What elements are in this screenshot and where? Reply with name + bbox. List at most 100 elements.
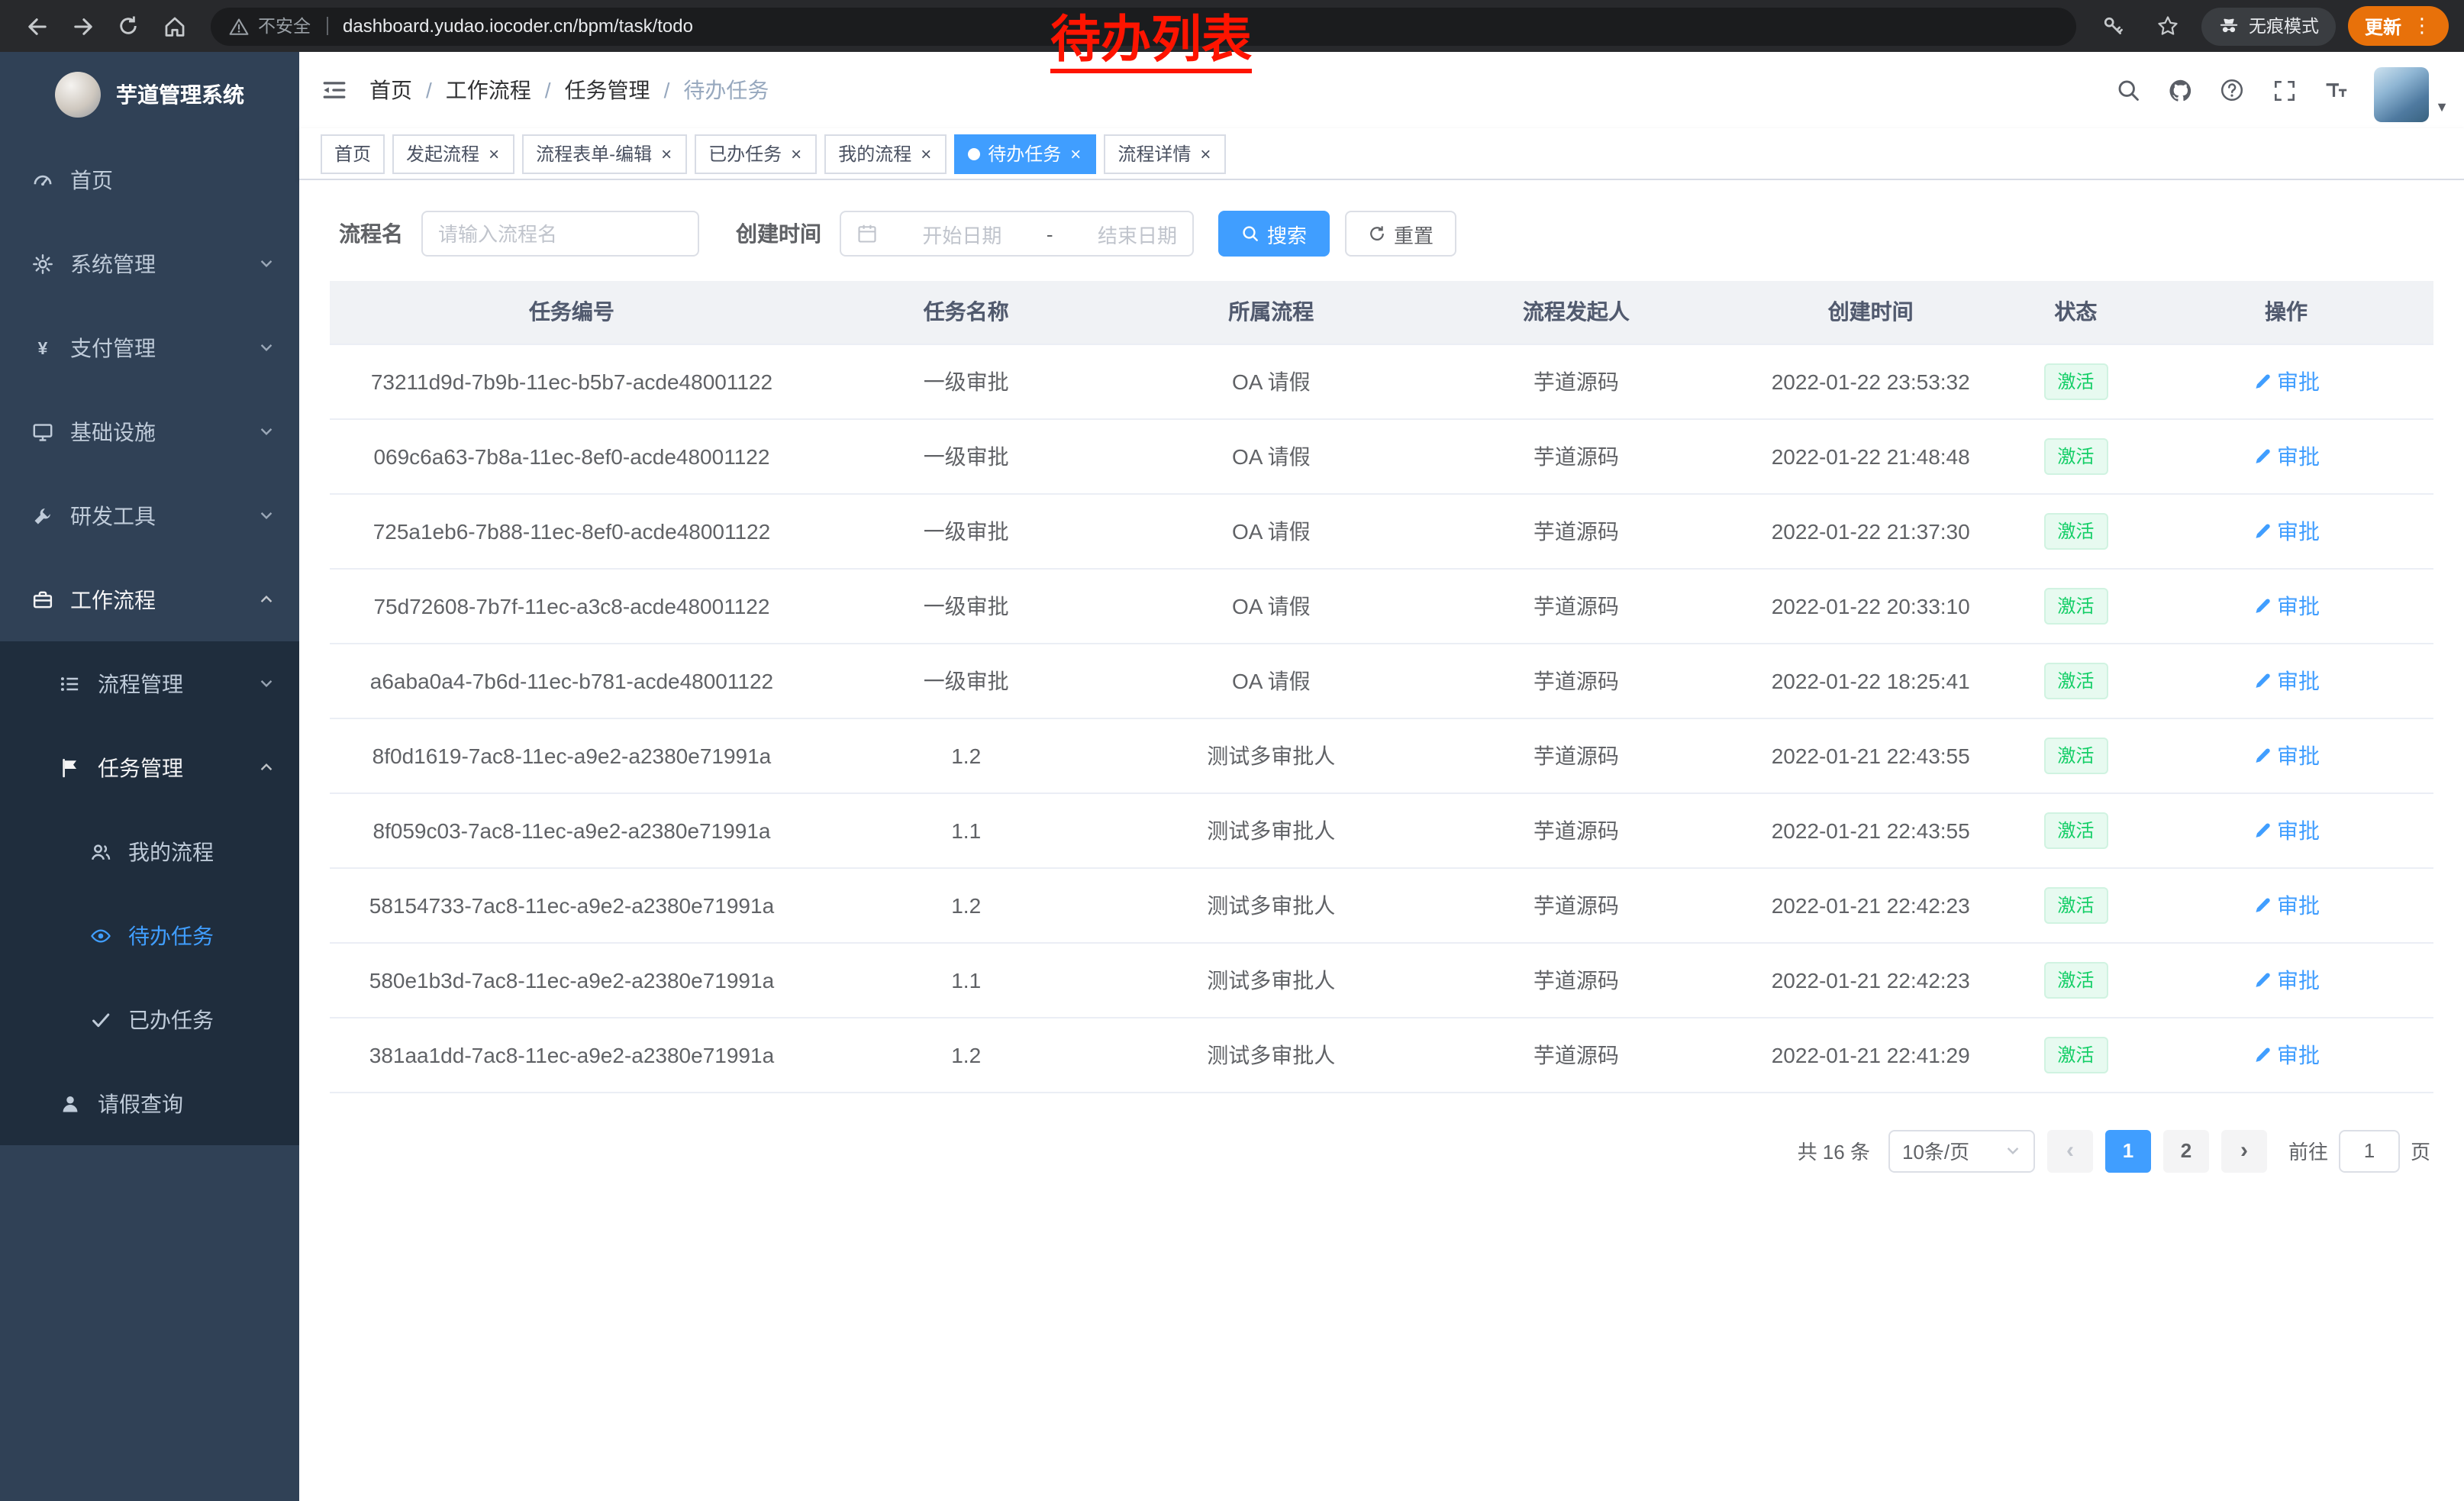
avatar[interactable] (2374, 66, 2429, 121)
reset-icon (1368, 224, 1386, 243)
sidebar-item-todo-task[interactable]: 待办任务 (0, 893, 299, 977)
tab-my-process[interactable]: 我的流程× (824, 134, 947, 173)
sidebar-toggle-icon[interactable] (299, 52, 369, 128)
breadcrumb-task-management[interactable]: 任务管理 (565, 75, 650, 105)
reset-button[interactable]: 重置 (1345, 211, 1456, 257)
page-size-select[interactable]: 10条/页 (1888, 1129, 2035, 1172)
sidebar-item-done-task[interactable]: 已办任务 (0, 977, 299, 1061)
github-icon[interactable] (2154, 52, 2206, 128)
tab-home[interactable]: 首页 (321, 134, 385, 173)
chevron-down-icon (258, 339, 275, 356)
breadcrumb-home[interactable]: 首页 (369, 75, 412, 105)
sidebar-item-leave-query[interactable]: 请假查询 (0, 1061, 299, 1145)
cell-task-name: 1.1 (814, 792, 1119, 867)
table-row: 069c6a63-7b8a-11ec-8ef0-acde48001122 一级审… (330, 418, 2433, 493)
status-badge: 激活 (2043, 587, 2108, 624)
tab-form-edit[interactable]: 流程表单-编辑× (522, 134, 687, 173)
page-button-2[interactable]: 2 (2163, 1129, 2209, 1172)
update-label: 更新 (2365, 13, 2401, 39)
tab-close-icon[interactable]: × (1069, 144, 1082, 163)
tab-todo-task[interactable]: 待办任务× (954, 134, 1096, 173)
goto-page-input[interactable] (2339, 1129, 2400, 1172)
cell-task-name: 1.2 (814, 718, 1119, 792)
tab-close-icon[interactable]: × (789, 144, 803, 163)
approve-link[interactable]: 审批 (2253, 964, 2320, 995)
table-row: 580e1b3d-7ac8-11ec-a9e2-a2380e71991a 1.1… (330, 942, 2433, 1017)
sidebar-item-label: 研发工具 (70, 500, 258, 531)
page-size-value: 10条/页 (1902, 1136, 1969, 1165)
search-button[interactable]: 搜索 (1218, 211, 1330, 257)
user-icon (58, 1093, 82, 1114)
refresh-icon[interactable] (107, 5, 150, 47)
back-icon[interactable] (15, 5, 58, 47)
sidebar-item-my-process[interactable]: 我的流程 (0, 809, 299, 893)
forward-icon[interactable] (61, 5, 104, 47)
approve-link[interactable]: 审批 (2253, 515, 2320, 546)
user-menu[interactable]: ▼ (2374, 59, 2449, 121)
tab-close-icon[interactable]: × (660, 144, 673, 163)
font-size-icon[interactable] (2310, 52, 2362, 128)
tab-close-icon[interactable]: × (487, 144, 501, 163)
start-date-placeholder: 开始日期 (922, 219, 1001, 248)
approve-link[interactable]: 审批 (2253, 366, 2320, 396)
cell-task-name: 一级审批 (814, 568, 1119, 643)
prev-page-button[interactable]: ‹ (2047, 1129, 2093, 1172)
approve-link[interactable]: 审批 (2253, 590, 2320, 621)
tab-start-process[interactable]: 发起流程 × (392, 134, 514, 173)
sidebar-item-infrastructure[interactable]: 基础设施 (0, 389, 299, 473)
update-button[interactable]: 更新 ⋮ (2348, 6, 2449, 46)
next-page-button[interactable]: › (2221, 1129, 2267, 1172)
app-logo[interactable]: 芋道管理系统 (0, 52, 299, 137)
cell-starter: 芋道源码 (1424, 493, 1729, 568)
bookmark-star-icon[interactable] (2146, 5, 2189, 47)
cell-process: 测试多审批人 (1119, 1017, 1424, 1092)
payment-icon: ¥ (31, 337, 55, 358)
cell-task-name: 1.2 (814, 1017, 1119, 1092)
cell-starter: 芋道源码 (1424, 418, 1729, 493)
table-row: a6aba0a4-7b6d-11ec-b781-acde48001122 一级审… (330, 643, 2433, 718)
home-icon[interactable] (153, 5, 195, 47)
cell-task-id: 58154733-7ac8-11ec-a9e2-a2380e71991a (330, 867, 814, 942)
page-button-1[interactable]: 1 (2105, 1129, 2151, 1172)
cell-task-id: 381aa1dd-7ac8-11ec-a9e2-a2380e71991a (330, 1017, 814, 1092)
approve-link[interactable]: 审批 (2253, 815, 2320, 845)
process-name-input[interactable] (438, 222, 682, 245)
status-badge: 激活 (2043, 1036, 2108, 1073)
edit-pen-icon (2253, 521, 2271, 540)
tab-label: 发起流程 (406, 140, 479, 166)
approve-link[interactable]: 审批 (2253, 889, 2320, 920)
table-row: 58154733-7ac8-11ec-a9e2-a2380e71991a 1.2… (330, 867, 2433, 942)
date-range-picker[interactable]: 开始日期 - 结束日期 (840, 211, 1194, 257)
chevron-down-icon (258, 255, 275, 272)
sidebar-item-system-management[interactable]: 系统管理 (0, 221, 299, 305)
cell-task-id: 069c6a63-7b8a-11ec-8ef0-acde48001122 (330, 418, 814, 493)
process-name-field (421, 211, 699, 257)
sidebar-item-home[interactable]: 首页 (0, 137, 299, 221)
tab-close-icon[interactable]: × (919, 144, 933, 163)
chevron-down-icon (258, 507, 275, 524)
tab-close-icon[interactable]: × (1198, 144, 1212, 163)
approve-link[interactable]: 审批 (2253, 1039, 2320, 1070)
tab-process-detail[interactable]: 流程详情× (1104, 134, 1226, 173)
cell-process: OA 请假 (1119, 643, 1424, 718)
sidebar-item-task-management[interactable]: 任务管理 (0, 725, 299, 809)
breadcrumb-workflow[interactable]: 工作流程 (446, 75, 531, 105)
security-label: 不安全 (258, 14, 311, 38)
approve-link[interactable]: 审批 (2253, 740, 2320, 770)
approve-link[interactable]: 审批 (2253, 665, 2320, 696)
sidebar-item-payment-management[interactable]: ¥支付管理 (0, 305, 299, 389)
sidebar-item-process-management[interactable]: 流程管理 (0, 641, 299, 725)
header-search-icon[interactable] (2102, 52, 2154, 128)
breadcrumb-separator: / (664, 78, 670, 102)
help-icon[interactable] (2206, 52, 2258, 128)
tab-done-task[interactable]: 已办任务× (695, 134, 817, 173)
fullscreen-icon[interactable] (2258, 52, 2310, 128)
chevron-down-icon (2004, 1142, 2021, 1159)
key-icon[interactable] (2091, 5, 2134, 47)
table-row: 73211d9d-7b9b-11ec-b5b7-acde48001122 一级审… (330, 344, 2433, 418)
approve-link[interactable]: 审批 (2253, 441, 2320, 471)
sidebar-item-dev-tools[interactable]: 研发工具 (0, 473, 299, 557)
sidebar-item-workflow[interactable]: 工作流程 (0, 557, 299, 641)
browser-menu-icon[interactable]: ⋮ (2412, 14, 2432, 38)
incognito-badge[interactable]: 无痕模式 (2201, 7, 2336, 45)
